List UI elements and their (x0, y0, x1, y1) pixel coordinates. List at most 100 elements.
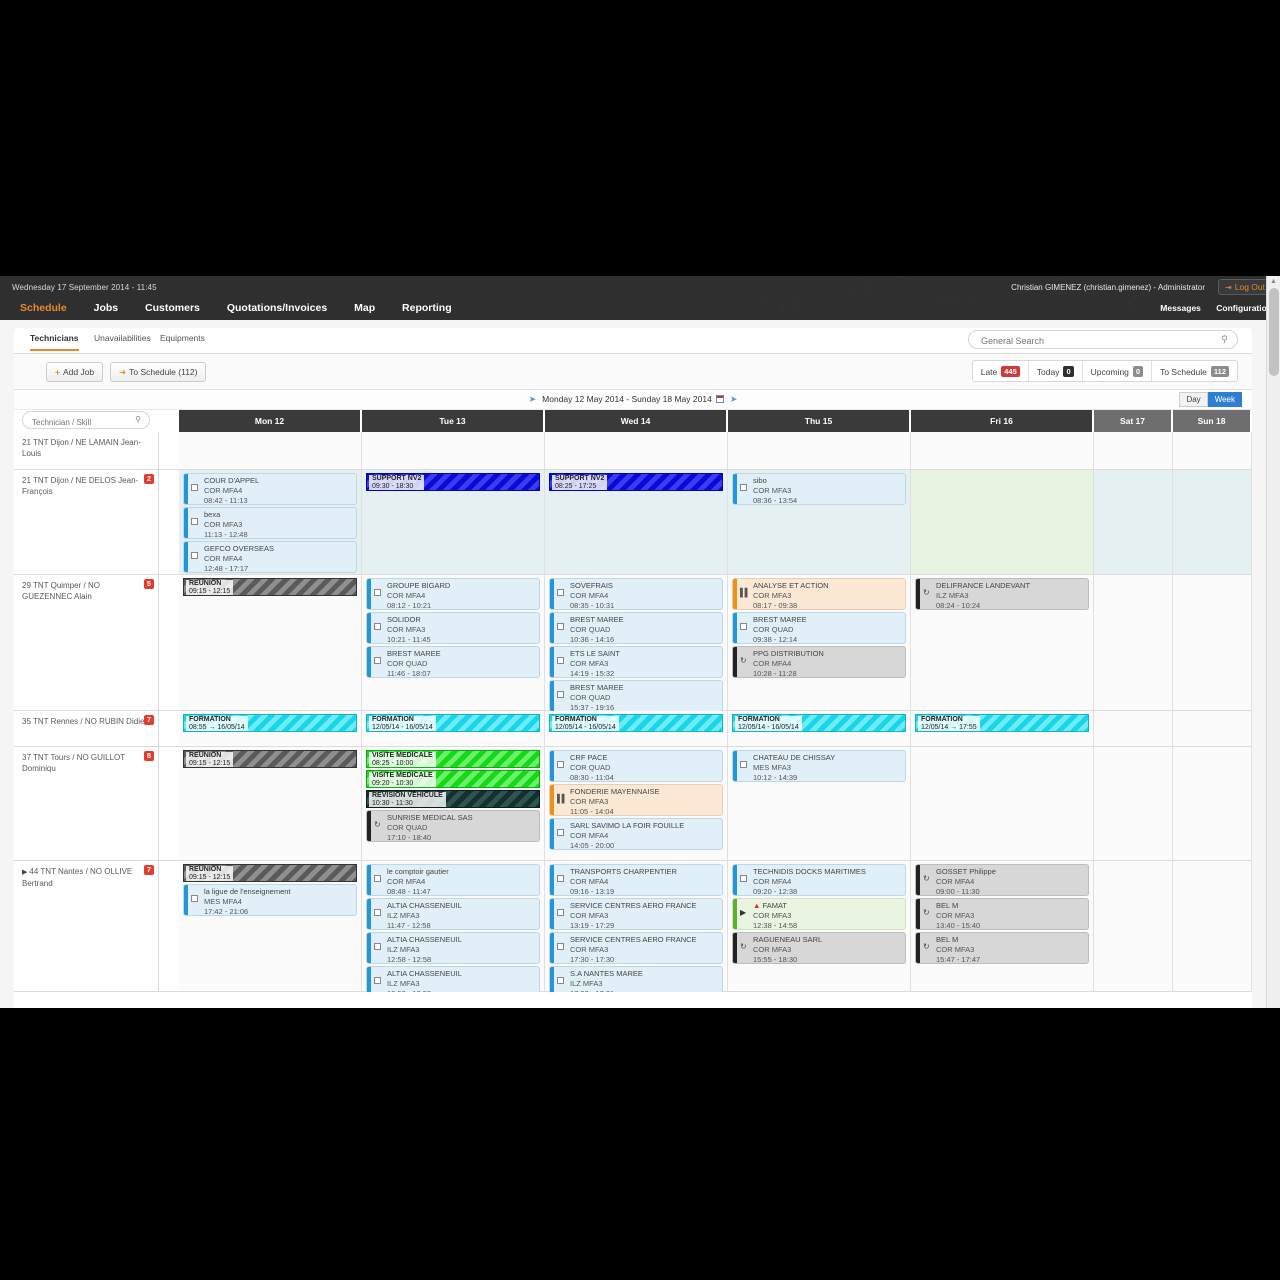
job-card[interactable]: SARL SAVIMO LA FOIR FOUILLE COR MFA4 14:05… (549, 818, 723, 850)
absence-block[interactable]: REUNION 09:15 - 12:15 (183, 578, 357, 596)
day-cell[interactable] (1094, 747, 1173, 860)
technician-name-cell[interactable]: 21 TNT Dijon / NE LAMAIN Jean-Louis (14, 432, 159, 469)
nav-quotations-invoices[interactable]: Quotations/Invoices (227, 302, 327, 314)
job-card[interactable]: ↻ DELIFRANCE LANDEVANT ILZ MFA3 08:24 - 10:… (915, 578, 1089, 610)
day-cell[interactable] (1173, 711, 1252, 746)
day-cell[interactable]: REUNION 09:15 - 12:15 la ligue de l'enseig… (179, 861, 362, 991)
day-cell[interactable]: FORMATION 12/05/14 → 17:55 (911, 711, 1094, 746)
technician-name-cell[interactable]: 29 TNT Quimper / NO GUEZENNEC Alain 5 (14, 575, 159, 710)
day-cell[interactable]: REUNION 09:15 - 12:15 (179, 575, 362, 710)
day-cell[interactable]: ↻ GOSSET Philippe COR MFA4 09:00 - 11:30 ↻ BE… (911, 861, 1094, 991)
status-late[interactable]: Late 445 (973, 361, 1029, 381)
job-card[interactable]: ▌▌ ANALYSE ET ACTION COR MFA3 08:17 - 09:38 (732, 578, 906, 610)
checkbox-icon[interactable] (557, 589, 564, 598)
nav-map[interactable]: Map (354, 302, 375, 314)
absence-block[interactable]: FORMATION 12/05/14 - 16/05/14 (366, 714, 540, 732)
refresh-icon[interactable]: ↻ (923, 909, 930, 917)
checkbox-icon[interactable] (374, 589, 381, 598)
job-card[interactable]: la ligue de l'enseignement MES MFA4 17:42 … (183, 884, 357, 916)
job-card[interactable]: TRANSPORTS CHARPENTIER COR MFA4 09:16 - 13… (549, 864, 723, 896)
day-cell[interactable] (911, 432, 1094, 469)
job-card[interactable]: GEFCO OVERSEAS COR MFA4 12:48 - 17:17 (183, 541, 357, 573)
checkbox-icon[interactable] (557, 943, 564, 952)
checkbox-icon[interactable] (374, 657, 381, 666)
checkbox-icon[interactable] (374, 875, 381, 884)
scroll-up-arrow[interactable]: ▲ (1270, 278, 1277, 285)
absence-block[interactable]: VISITE MEDICALE 08:25 - 10:00 (366, 750, 540, 768)
job-card[interactable]: CRF PACE COR QUAD 08:30 - 11:04 (549, 750, 723, 782)
day-cell[interactable]: FORMATION 12/05/14 - 16/05/14 (728, 711, 911, 746)
job-card[interactable]: GROUPE BIGARD COR MFA4 08:12 - 10:21 (366, 578, 540, 610)
status-to-schedule[interactable]: To Schedule 112 (1152, 361, 1237, 381)
play-icon[interactable]: ▶ (740, 909, 746, 917)
general-search-box[interactable]: ⚲ (968, 330, 1238, 350)
absence-block[interactable]: FORMATION 12/05/14 - 16/05/14 (732, 714, 906, 732)
nav-schedule[interactable]: Schedule (20, 302, 67, 314)
day-cell[interactable] (1094, 861, 1173, 991)
technician-search-box[interactable]: ⚲ (22, 411, 150, 431)
logout-button[interactable]: ⇥ Log Out (1218, 279, 1272, 295)
technician-name-cell[interactable]: 21 TNT Dijon / NE DELOS Jean-François 2 (14, 470, 159, 574)
day-cell[interactable]: sibo COR MFA3 08:36 - 13:54 (728, 470, 911, 574)
day-cell[interactable] (362, 432, 545, 469)
checkbox-icon[interactable] (557, 829, 564, 838)
job-card[interactable]: ▌▌ FONDERIE MAYENNAISE COR MFA3 11:05 - 14:… (549, 784, 723, 816)
job-card[interactable]: CHATEAU DE CHISSAY MES MFA3 10:12 - 14:39 (732, 750, 906, 782)
day-cell[interactable]: le comptoir gautier COR MFA4 08:48 - 11:47… (362, 861, 545, 992)
job-card[interactable]: ↻ SUNRISE MEDICAL SAS COR QUAD 17:10 - 18:4… (366, 810, 540, 842)
day-cell[interactable]: FORMATION 12/05/14 - 16/05/14 (545, 711, 728, 746)
checkbox-icon[interactable] (374, 623, 381, 632)
technician-search-input[interactable] (32, 414, 130, 431)
refresh-icon[interactable]: ↻ (923, 589, 930, 597)
job-card[interactable]: SERVICE CENTRES AERO FRANCE COR MFA3 17:30… (549, 932, 723, 964)
nav-reporting[interactable]: Reporting (402, 302, 452, 314)
messages-link[interactable]: Messages (1160, 303, 1201, 313)
job-card[interactable]: COUR D'APPEL COR MFA4 08:42 - 11:13 (183, 473, 357, 505)
checkbox-icon[interactable] (557, 623, 564, 632)
view-week-button[interactable]: Week (1207, 392, 1242, 407)
day-cell[interactable]: CHATEAU DE CHISSAY MES MFA3 10:12 - 14:39 (728, 747, 911, 860)
search-input[interactable] (981, 332, 1211, 350)
day-cell[interactable]: CRF PACE COR QUAD 08:30 - 11:04 ▌▌ FONDERIE … (545, 747, 728, 860)
job-card[interactable]: S.A NANTES MAREEILZ MFA317:30 - 17:31 (549, 966, 723, 992)
day-cell[interactable] (1173, 575, 1252, 710)
checkbox-icon[interactable] (374, 909, 381, 918)
job-card[interactable]: ↻ RAGUENEAU SARL COR MFA3 15:55 - 18:30 (732, 932, 906, 964)
day-cell[interactable]: GROUPE BIGARD COR MFA4 08:12 - 10:21 SOLIDO… (362, 575, 545, 710)
job-card[interactable]: ETS LE SAINT COR MFA3 14:19 - 15:32 (549, 646, 723, 678)
arrow-left-icon[interactable]: ➤ (529, 394, 537, 404)
checkbox-icon[interactable] (374, 943, 381, 952)
job-card[interactable]: ↻ PPG DISTRIBUTION COR MFA4 10:28 - 11:28 (732, 646, 906, 678)
day-cell[interactable] (1173, 747, 1252, 860)
job-card[interactable]: SOLIDOR COR MFA3 10:21 - 11:45 (366, 612, 540, 644)
nav-customers[interactable]: Customers (145, 302, 200, 314)
absence-block[interactable]: VISITE MEDICALE 09:20 - 10:30 (366, 770, 540, 788)
checkbox-icon[interactable] (740, 761, 747, 770)
day-cell[interactable]: REUNION 09:15 - 12:15 (179, 747, 362, 860)
refresh-icon[interactable]: ↻ (740, 657, 747, 665)
job-card[interactable]: ▶ ▲ FAMAT COR MFA3 12:38 - 14:58 (732, 898, 906, 930)
pause-icon[interactable]: ▌▌ (740, 589, 750, 597)
absence-block[interactable]: SUPPORT NV2 09:30 - 18:30 (366, 473, 540, 491)
job-card[interactable]: sibo COR MFA3 08:36 - 13:54 (732, 473, 906, 505)
day-cell[interactable] (1094, 432, 1173, 469)
job-card[interactable]: SOVEFRAIS COR MFA4 08:35 - 10:31 (549, 578, 723, 610)
day-cell[interactable]: TECHNIDIS DOCKS MARITIMES COR MFA4 09:20 -… (728, 861, 911, 991)
refresh-icon[interactable]: ↻ (374, 821, 381, 829)
checkbox-icon[interactable] (740, 484, 747, 493)
add-job-button[interactable]: + Add Job (46, 362, 104, 382)
configuration-link[interactable]: Configuration (1216, 303, 1272, 313)
absence-block[interactable]: REUNION 09:15 - 12:15 (183, 864, 357, 882)
checkbox-icon[interactable] (191, 895, 198, 904)
day-cell[interactable]: SUPPORT NV2 09:30 - 18:30 (362, 470, 545, 574)
checkbox-icon[interactable] (557, 761, 564, 770)
calendar-icon[interactable] (715, 395, 724, 403)
status-upcoming[interactable]: Upcoming 0 (1083, 361, 1153, 381)
absence-block[interactable]: FORMATION 12/05/14 - 16/05/14 (549, 714, 723, 732)
view-day-button[interactable]: Day (1179, 392, 1208, 407)
checkbox-icon[interactable] (557, 657, 564, 666)
day-cell[interactable] (1173, 470, 1252, 574)
job-card[interactable]: TECHNIDIS DOCKS MARITIMES COR MFA4 09:20 -… (732, 864, 906, 896)
technician-name-cell[interactable]: 37 TNT Tours / NO GUILLOT Dominiqu 8 (14, 747, 159, 860)
pause-icon[interactable]: ▌▌ (557, 795, 567, 803)
